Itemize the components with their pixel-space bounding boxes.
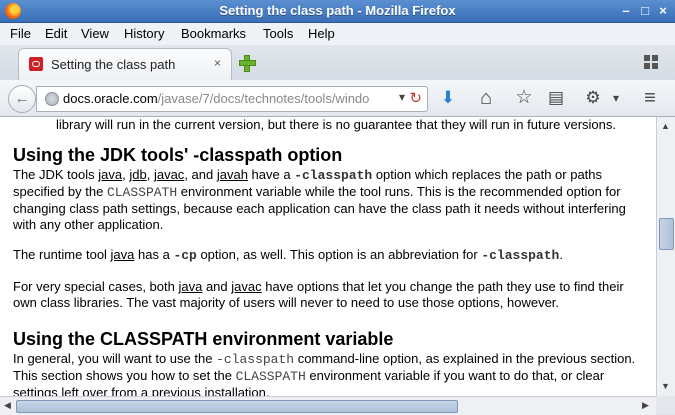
intro-paragraph-tail: library will run in the current version,… bbox=[56, 117, 616, 132]
back-button[interactable]: ← bbox=[8, 85, 36, 113]
menu-history[interactable]: History bbox=[124, 26, 164, 41]
maximize-button[interactable]: □ bbox=[637, 3, 653, 19]
link-javah[interactable]: javah bbox=[217, 167, 248, 182]
link-java-runtime[interactable]: java bbox=[111, 247, 135, 262]
paragraph-jdk-tools: The JDK tools java, jdb, javac, and java… bbox=[13, 167, 626, 232]
menu-help[interactable]: Help bbox=[308, 26, 335, 41]
scroll-down-arrow-icon[interactable]: ▼ bbox=[661, 381, 670, 391]
scroll-up-arrow-icon[interactable]: ▲ bbox=[661, 121, 670, 131]
tab-title: Setting the class path bbox=[51, 57, 176, 72]
link-javac[interactable]: javac bbox=[154, 167, 184, 182]
oracle-favicon-icon bbox=[29, 57, 43, 71]
scrollbar-corner bbox=[656, 396, 675, 414]
heading-classpath-env-variable: Using the CLASSPATH environment variable bbox=[13, 329, 394, 349]
link-javac-special[interactable]: javac bbox=[231, 279, 261, 294]
scroll-left-arrow-icon[interactable]: ◀ bbox=[4, 400, 11, 411]
window-titlebar: Setting the class path - Mozilla Firefox… bbox=[0, 0, 675, 23]
url-history-dropdown-icon[interactable]: ▾ bbox=[399, 90, 405, 104]
open-menu-icon[interactable]: ≡ bbox=[640, 88, 660, 108]
vertical-scroll-thumb[interactable] bbox=[659, 218, 674, 250]
menu-bookmarks[interactable]: Bookmarks bbox=[181, 26, 246, 41]
paragraph-special-cases: For very special cases, both java and ja… bbox=[13, 279, 624, 310]
vertical-scrollbar[interactable]: ▲ ▼ bbox=[656, 117, 675, 396]
close-window-button[interactable]: × bbox=[655, 3, 671, 19]
addon-dropdown-icon[interactable]: ▾ bbox=[606, 88, 626, 108]
download-icon[interactable]: ⬇ bbox=[438, 88, 458, 108]
tab-close-icon[interactable]: × bbox=[214, 56, 221, 70]
link-java[interactable]: java bbox=[98, 167, 122, 182]
paragraph-runtime-tool: The runtime tool java has a -cp option, … bbox=[13, 247, 563, 263]
horizontal-scrollbar[interactable]: ◀ ▶ bbox=[0, 396, 656, 415]
tab-groups-icon[interactable] bbox=[644, 55, 658, 69]
tab-strip: Setting the class path × bbox=[0, 45, 675, 81]
page-content: library will run in the current version,… bbox=[0, 117, 656, 396]
paragraph-env-variable: In general, you will want to use the -cl… bbox=[13, 351, 636, 396]
bookmark-star-icon[interactable]: ☆ bbox=[514, 88, 534, 108]
heading-jdk-classpath-option: Using the JDK tools' -classpath option bbox=[13, 145, 343, 165]
menu-view[interactable]: View bbox=[81, 26, 109, 41]
navigation-toolbar: ← docs.oracle.com/javase/7/docs/technote… bbox=[0, 80, 675, 117]
addon-gear-icon[interactable]: ⚙ bbox=[583, 88, 603, 108]
menu-tools[interactable]: Tools bbox=[263, 26, 293, 41]
scroll-right-arrow-icon[interactable]: ▶ bbox=[642, 400, 649, 411]
home-icon[interactable]: ⌂ bbox=[476, 88, 496, 108]
link-jdb[interactable]: jdb bbox=[129, 167, 146, 182]
reload-icon[interactable]: ↻ bbox=[409, 89, 422, 107]
window-title: Setting the class path - Mozilla Firefox bbox=[219, 3, 456, 18]
minimize-button[interactable]: – bbox=[618, 3, 634, 19]
horizontal-scroll-thumb[interactable] bbox=[16, 400, 458, 413]
url-bar[interactable]: docs.oracle.com/javase/7/docs/technotes/… bbox=[36, 86, 428, 112]
reader-list-icon[interactable]: ▤ bbox=[546, 88, 566, 108]
new-tab-plus-icon[interactable] bbox=[238, 54, 256, 72]
menu-file[interactable]: File bbox=[10, 26, 31, 41]
globe-icon bbox=[45, 92, 59, 106]
link-java-special[interactable]: java bbox=[178, 279, 202, 294]
tab-setting-the-class-path[interactable]: Setting the class path × bbox=[18, 48, 232, 81]
menubar: File Edit View History Bookmarks Tools H… bbox=[0, 23, 675, 45]
menu-edit[interactable]: Edit bbox=[45, 26, 67, 41]
url-text[interactable]: docs.oracle.com/javase/7/docs/technotes/… bbox=[63, 91, 403, 106]
